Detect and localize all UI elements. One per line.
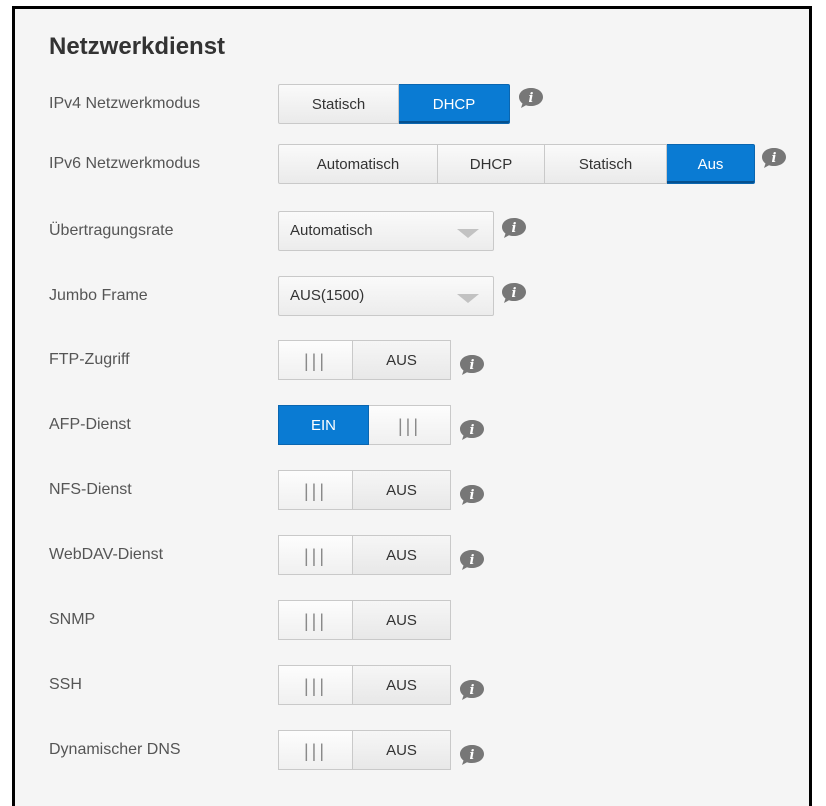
ipv4-option-dhcp[interactable]: DHCP bbox=[399, 84, 510, 124]
afp-service-label: AFP-Dienst bbox=[49, 416, 131, 433]
jumbo-frame-label: Jumbo Frame bbox=[49, 287, 148, 304]
ipv6-mode-segmented: Automatisch DHCP Statisch Aus bbox=[278, 144, 755, 184]
row-afp-service: AFP-Dienst EIN ||| i bbox=[15, 405, 805, 445]
svg-text:i: i bbox=[470, 748, 475, 763]
ipv4-option-statisch[interactable]: Statisch bbox=[278, 84, 399, 124]
ipv4-mode-label: IPv4 Netzwerkmodus bbox=[49, 95, 201, 112]
svg-text:i: i bbox=[470, 358, 475, 373]
page-title: Netzwerkdienst bbox=[49, 33, 226, 60]
row-ftp-access: FTP-Zugriff ||| AUS i bbox=[15, 340, 805, 380]
chevron-down-icon bbox=[457, 229, 479, 238]
webdav-service-toggle[interactable]: ||| AUS bbox=[278, 535, 451, 575]
transfer-rate-value: Automatisch bbox=[290, 222, 373, 239]
network-service-panel: Netzwerkdienst IPv4 Netzwerkmodus Statis… bbox=[12, 6, 812, 806]
jumbo-frame-dropdown[interactable]: AUS(1500) bbox=[278, 276, 494, 316]
svg-text:i: i bbox=[470, 553, 475, 568]
jumbo-frame-dropdown-wrap: AUS(1500) bbox=[278, 276, 494, 316]
row-nfs-service: NFS-Dienst ||| AUS i bbox=[15, 470, 805, 510]
row-ipv6-mode: IPv6 Netzwerkmodus Automatisch DHCP Stat… bbox=[15, 144, 805, 184]
toggle-state-label: AUS bbox=[353, 470, 451, 510]
toggle-grip-icon: ||| bbox=[278, 600, 353, 640]
toggle-state-label: AUS bbox=[353, 665, 451, 705]
info-icon[interactable]: i bbox=[459, 484, 484, 505]
toggle-state-label: AUS bbox=[353, 730, 451, 770]
dynamic-dns-label: Dynamischer DNS bbox=[49, 741, 181, 758]
webdav-service-label: WebDAV-Dienst bbox=[49, 546, 164, 563]
toggle-grip-icon: ||| bbox=[278, 665, 353, 705]
snmp-toggle[interactable]: ||| AUS bbox=[278, 600, 451, 640]
info-icon[interactable]: i bbox=[459, 354, 484, 375]
svg-text:i: i bbox=[512, 221, 517, 236]
toggle-grip-icon: ||| bbox=[278, 340, 353, 380]
dynamic-dns-toggle[interactable]: ||| AUS bbox=[278, 730, 451, 770]
afp-service-toggle[interactable]: EIN ||| bbox=[278, 405, 451, 445]
toggle-state-label: EIN bbox=[278, 405, 369, 445]
transfer-rate-label: Übertragungsrate bbox=[49, 222, 174, 239]
ipv4-mode-segmented: Statisch DHCP bbox=[278, 84, 510, 124]
toggle-state-label: AUS bbox=[353, 535, 451, 575]
ssh-toggle[interactable]: ||| AUS bbox=[278, 665, 451, 705]
ftp-access-toggle[interactable]: ||| AUS bbox=[278, 340, 451, 380]
row-dynamic-dns: Dynamischer DNS ||| AUS i bbox=[15, 730, 805, 770]
toggle-state-label: AUS bbox=[353, 600, 451, 640]
toggle-grip-icon: ||| bbox=[369, 405, 451, 445]
ssh-label: SSH bbox=[49, 676, 82, 693]
row-snmp: SNMP ||| AUS bbox=[15, 600, 805, 640]
ipv6-option-aus[interactable]: Aus bbox=[667, 144, 755, 184]
ftp-access-label: FTP-Zugriff bbox=[49, 351, 130, 368]
svg-text:i: i bbox=[512, 286, 517, 301]
transfer-rate-dropdown-wrap: Automatisch bbox=[278, 211, 494, 251]
info-icon[interactable]: i bbox=[459, 679, 484, 700]
row-jumbo-frame: Jumbo Frame AUS(1500) i bbox=[15, 276, 805, 316]
info-icon[interactable]: i bbox=[761, 147, 786, 168]
row-webdav-service: WebDAV-Dienst ||| AUS i bbox=[15, 535, 805, 575]
row-transfer-rate: Übertragungsrate Automatisch i bbox=[15, 211, 805, 251]
row-ipv4-mode: IPv4 Netzwerkmodus Statisch DHCP i bbox=[15, 84, 805, 124]
jumbo-frame-value: AUS(1500) bbox=[290, 287, 365, 304]
ipv6-option-automatisch[interactable]: Automatisch bbox=[278, 144, 438, 184]
toggle-grip-icon: ||| bbox=[278, 470, 353, 510]
info-icon[interactable]: i bbox=[501, 217, 526, 238]
nfs-service-toggle[interactable]: ||| AUS bbox=[278, 470, 451, 510]
nfs-service-label: NFS-Dienst bbox=[49, 481, 132, 498]
info-icon[interactable]: i bbox=[501, 282, 526, 303]
svg-text:i: i bbox=[772, 151, 777, 166]
svg-text:i: i bbox=[470, 683, 475, 698]
svg-text:i: i bbox=[470, 488, 475, 503]
row-ssh: SSH ||| AUS i bbox=[15, 665, 805, 705]
ipv6-option-statisch[interactable]: Statisch bbox=[545, 144, 667, 184]
svg-text:i: i bbox=[470, 423, 475, 438]
ipv6-option-dhcp[interactable]: DHCP bbox=[438, 144, 545, 184]
snmp-label: SNMP bbox=[49, 611, 96, 628]
toggle-grip-icon: ||| bbox=[278, 535, 353, 575]
svg-text:i: i bbox=[529, 91, 534, 106]
toggle-state-label: AUS bbox=[353, 340, 451, 380]
info-icon[interactable]: i bbox=[459, 744, 484, 765]
chevron-down-icon bbox=[457, 294, 479, 303]
ipv6-mode-label: IPv6 Netzwerkmodus bbox=[49, 155, 201, 172]
info-icon[interactable]: i bbox=[459, 549, 484, 570]
transfer-rate-dropdown[interactable]: Automatisch bbox=[278, 211, 494, 251]
toggle-grip-icon: ||| bbox=[278, 730, 353, 770]
info-icon[interactable]: i bbox=[459, 419, 484, 440]
info-icon[interactable]: i bbox=[518, 87, 543, 108]
